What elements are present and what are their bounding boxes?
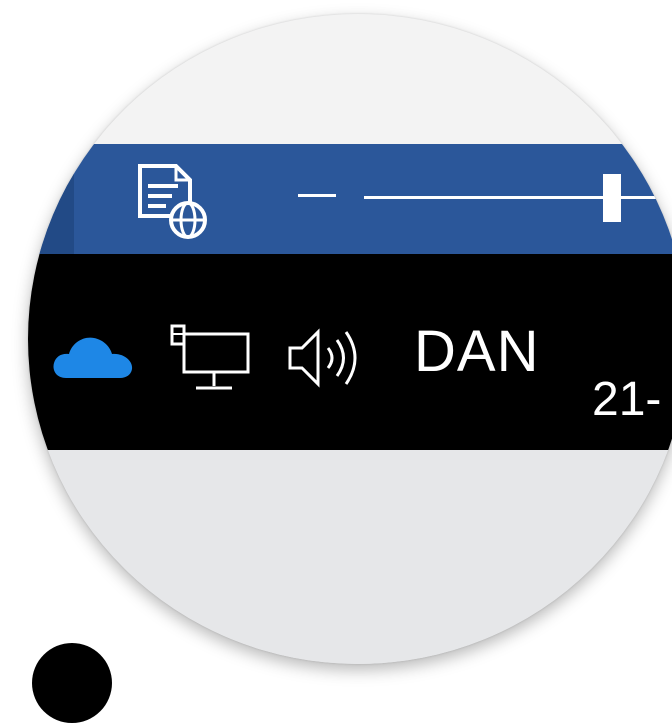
zoom-slider-thumb[interactable] xyxy=(603,174,621,222)
desktop-area xyxy=(28,450,672,664)
onedrive-icon[interactable] xyxy=(52,332,134,380)
volume-icon[interactable] xyxy=(284,322,374,394)
word-status-bar xyxy=(28,144,672,254)
magnifier-zoom-view: DAN 21- xyxy=(28,14,672,664)
taskbar-clock[interactable]: 21- xyxy=(592,372,661,428)
web-layout-icon[interactable] xyxy=(132,162,212,242)
window-background xyxy=(28,14,672,144)
network-icon[interactable] xyxy=(168,322,252,394)
language-indicator[interactable]: DAN xyxy=(414,320,539,384)
step-badge xyxy=(32,643,112,723)
status-bar-segment xyxy=(28,144,74,254)
zoom-out-button[interactable] xyxy=(298,194,336,197)
